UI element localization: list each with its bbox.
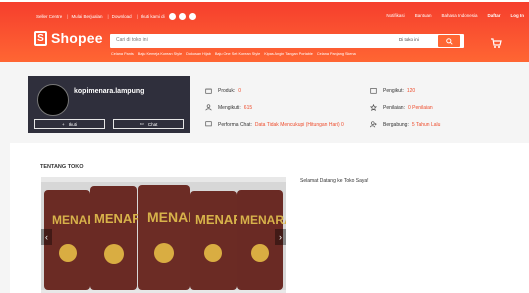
next-image-button[interactable]: › bbox=[275, 229, 286, 245]
register-link[interactable]: Daftar bbox=[487, 13, 500, 18]
chat-performance: Performa Chat: Data Tidak Mencukupi (Hitu… bbox=[205, 116, 344, 133]
shop-stats-left: Produk: 0 Mengikuti: 615 Performa Chat: Dat… bbox=[205, 82, 344, 133]
star-icon bbox=[370, 104, 377, 111]
following-count: Mengikuti: 615 bbox=[205, 99, 344, 116]
search-bar[interactable]: Cari di toko ini Di toko ini bbox=[110, 34, 464, 48]
chat-button[interactable]: ▭ Chat bbox=[113, 119, 184, 129]
search-scope-dropdown[interactable]: Di toko ini bbox=[399, 37, 419, 42]
search-icon bbox=[445, 37, 453, 45]
shop-name: kopimenara.lampung bbox=[74, 88, 145, 95]
social-icons bbox=[168, 13, 196, 20]
about-title: TENTANG TOKO bbox=[40, 164, 84, 170]
shop-stats-right: Pengikut: 120 Penilaian: 0 Penilaian Berga… bbox=[370, 82, 440, 133]
chevron-left-icon: ‹ bbox=[45, 232, 48, 242]
suggestion-link[interactable]: Kipas Angin Tangan Portable bbox=[264, 52, 313, 56]
search-input[interactable]: Cari di toko ini bbox=[116, 37, 148, 43]
top-nav-left: Seller Centre | Mulai Berjualan | Download… bbox=[36, 13, 198, 20]
chat-icon: ▭ bbox=[139, 121, 144, 126]
follow-button[interactable]: + Ikuti bbox=[34, 119, 105, 129]
cart-icon[interactable] bbox=[490, 37, 502, 49]
person-plus-icon bbox=[370, 121, 377, 128]
shop-banner-image[interactable]: MENARA MENARA MENARA MENARA MENARA bbox=[41, 177, 286, 293]
following-value: 615 bbox=[243, 104, 253, 111]
separator: | bbox=[107, 14, 109, 19]
product-count: Produk: 0 bbox=[205, 82, 344, 99]
follower-label: Pengikut: bbox=[383, 87, 404, 94]
previous-image-button[interactable]: ‹ bbox=[41, 229, 52, 245]
chat-label: Chat bbox=[147, 121, 158, 127]
suggestion-link[interactable]: Celana Panjang Skena bbox=[317, 52, 356, 56]
store-icon bbox=[205, 88, 212, 94]
notifications-link[interactable]: Notifikasi bbox=[386, 13, 404, 18]
suggestion-link[interactable]: Baju Kemeja Korean Style bbox=[138, 52, 182, 56]
joined-label: Bergabung: bbox=[383, 121, 409, 128]
facebook-icon[interactable] bbox=[168, 13, 176, 20]
top-border bbox=[0, 0, 529, 2]
shopping-bag-icon: S bbox=[34, 30, 47, 46]
rating-value: 0 Penilaian bbox=[407, 104, 433, 111]
login-link[interactable]: Log In bbox=[511, 13, 525, 18]
search-button[interactable] bbox=[438, 35, 460, 47]
suggestion-link[interactable]: Baju One Set Korean Style bbox=[215, 52, 260, 56]
help-link[interactable]: Bantuan bbox=[415, 13, 432, 18]
joined-value: 5 Tahun Lalu bbox=[411, 121, 441, 128]
chevron-right-icon: › bbox=[279, 232, 282, 242]
follow-label: Ikuti bbox=[68, 121, 77, 127]
seller-centre-link[interactable]: Seller Centre bbox=[36, 14, 62, 19]
language-selector[interactable]: Bahasa Indonesia bbox=[441, 13, 477, 18]
search-suggestions: Celana Pants Baju Kemeja Korean Style Do… bbox=[111, 52, 356, 56]
chat-bubble-icon bbox=[205, 121, 212, 127]
separator: | bbox=[67, 14, 69, 19]
separator: | bbox=[136, 14, 138, 19]
start-selling-link[interactable]: Mulai Berjualan bbox=[71, 14, 102, 19]
shopee-logo[interactable]: S Shopee bbox=[34, 30, 103, 46]
coffee-packages-image: MENARA MENARA MENARA MENARA MENARA bbox=[41, 177, 286, 293]
plus-icon: + bbox=[62, 121, 65, 127]
header-bar: Seller Centre | Mulai Berjualan | Download… bbox=[0, 0, 529, 62]
rating-label: Penilaian: bbox=[383, 104, 405, 111]
product-label: Produk: bbox=[218, 87, 236, 94]
users-icon bbox=[370, 88, 377, 94]
follower-value: 120 bbox=[406, 87, 416, 94]
user-icon bbox=[205, 104, 212, 111]
follow-us-label: Ikuti kami di bbox=[140, 14, 165, 19]
download-link[interactable]: Download bbox=[112, 14, 132, 19]
instagram-icon[interactable] bbox=[178, 13, 186, 20]
follower-count: Pengikut: 120 bbox=[370, 82, 440, 99]
welcome-message: Selamat Datang ke Toko Saya! bbox=[300, 178, 369, 184]
top-nav-right: Notifikasi Bantuan Bahasa Indonesia Daft… bbox=[386, 13, 524, 18]
joined: Bergabung: 5 Tahun Lalu bbox=[370, 116, 440, 133]
product-value: 0 bbox=[238, 87, 242, 94]
brand-text: MENARA bbox=[240, 213, 286, 227]
chat-performance-label: Performa Chat: bbox=[218, 121, 252, 128]
shop-profile-card: kopimenara.lampung + Ikuti ▭ Chat bbox=[28, 76, 190, 133]
shop-avatar[interactable] bbox=[37, 84, 69, 116]
following-label: Mengikuti: bbox=[218, 104, 241, 111]
rating: Penilaian: 0 Penilaian bbox=[370, 99, 440, 116]
logo-text: Shopee bbox=[51, 30, 103, 46]
suggestion-link[interactable]: Celana Pants bbox=[111, 52, 134, 56]
suggestion-link[interactable]: Dokosan Hijab bbox=[186, 52, 211, 56]
chat-performance-value: Data Tidak Mencukupi (Hitungan Hari) 0 bbox=[254, 121, 344, 128]
line-icon[interactable] bbox=[188, 13, 196, 20]
